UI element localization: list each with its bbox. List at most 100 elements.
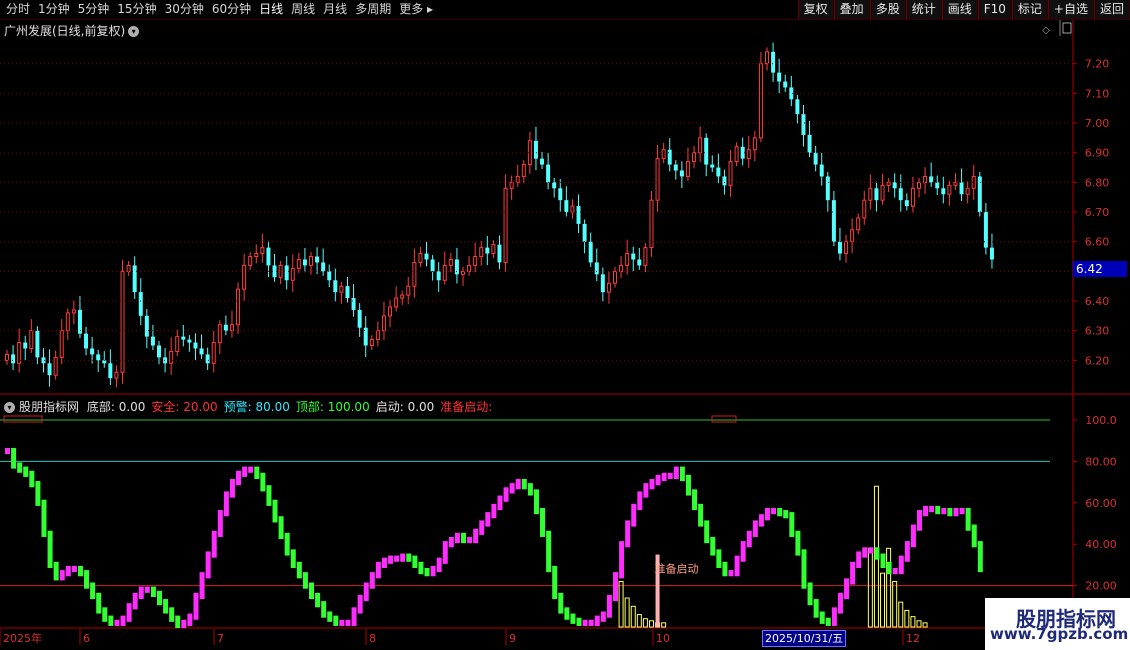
candle-down: [144, 315, 149, 337]
indicator-block: [175, 615, 181, 629]
candle-down: [90, 348, 95, 355]
indicator-block: [47, 530, 53, 569]
candle-up: [692, 152, 697, 163]
date-label: 10: [656, 632, 670, 645]
price-tick-label: 6.70: [1085, 206, 1110, 219]
candle-up: [758, 63, 763, 139]
candle-down: [935, 182, 940, 189]
indicator-block: [321, 601, 327, 618]
indicator-block: [649, 478, 655, 490]
candle-up: [965, 187, 970, 195]
candle-down: [941, 188, 946, 195]
candle-up: [521, 164, 526, 177]
candle-down: [266, 247, 271, 266]
indicator-block: [929, 505, 935, 513]
candle-down: [533, 140, 538, 159]
price-tick-label: 6.30: [1085, 325, 1110, 338]
candle-up: [126, 264, 131, 272]
indicator-block: [777, 507, 783, 517]
candle-down: [801, 114, 806, 135]
indicator-block: [917, 510, 922, 531]
candle-down: [11, 354, 16, 364]
indicator-block: [394, 555, 400, 562]
indicator-block: [284, 532, 290, 556]
indicator-block: [819, 611, 825, 624]
indicator-block: [363, 582, 369, 602]
signal-bar: [898, 601, 904, 628]
candle-up: [844, 241, 849, 255]
panel-icon: [1062, 22, 1072, 34]
candle-up: [369, 339, 374, 347]
candle-up: [649, 199, 654, 249]
candle-down: [454, 259, 459, 275]
indicator-block: [53, 561, 59, 581]
candle-up: [290, 267, 295, 281]
indicator-block: [643, 483, 649, 498]
date-label: 6: [83, 632, 90, 645]
candle-up: [625, 253, 630, 266]
candle-up: [242, 264, 247, 290]
candle-down: [795, 99, 800, 115]
indicator-block: [637, 491, 643, 511]
indicator-block: [260, 472, 266, 492]
indicator-block: [485, 512, 491, 527]
indicator-block: [436, 557, 442, 573]
indicator-block: [509, 483, 515, 494]
candle-up: [655, 158, 660, 201]
indicator-block: [339, 619, 345, 626]
indicator-block: [673, 466, 679, 479]
candle-down: [163, 357, 168, 364]
candle-up: [467, 264, 472, 272]
date-label: 2025年: [3, 631, 42, 645]
candle-down: [959, 182, 964, 195]
price-tick-label: 7.10: [1085, 87, 1110, 100]
date-label: 7: [217, 632, 224, 645]
signal-bar: [661, 622, 667, 628]
indicator-block: [59, 570, 65, 581]
candle-down: [187, 339, 192, 343]
candle-down: [831, 200, 836, 242]
price-tick-label: 7.20: [1085, 58, 1110, 71]
candle-down: [813, 152, 818, 165]
indicator-block: [850, 561, 856, 585]
candle-down: [333, 280, 338, 293]
candle-up: [169, 350, 174, 364]
indicator-block: [904, 541, 910, 562]
candle-down: [96, 354, 101, 361]
candle-up: [746, 149, 751, 160]
candle-up: [515, 175, 520, 183]
indicator-block: [685, 474, 691, 496]
candle-up: [217, 324, 222, 344]
indicator-block: [442, 541, 448, 564]
indicator-block: [217, 510, 223, 537]
indicator-block: [734, 555, 740, 577]
indicator-block: [400, 553, 406, 562]
indicator-block: [77, 565, 83, 577]
candle-up: [406, 285, 411, 296]
candle-up: [296, 258, 301, 269]
indicator-block: [242, 466, 248, 477]
candle-up: [5, 353, 9, 361]
candle-up: [309, 256, 313, 266]
indicator-block: [333, 615, 339, 626]
candle-down: [783, 81, 788, 88]
candle-up: [418, 253, 423, 263]
indicator-block: [418, 561, 424, 575]
indicator-block: [594, 615, 600, 626]
indicator-block: [570, 613, 576, 624]
candle-up: [229, 324, 234, 332]
date-label: 12: [906, 632, 920, 645]
indicator-block: [23, 466, 29, 477]
price-tick-label: 6.60: [1085, 236, 1110, 249]
candle-down: [35, 330, 40, 358]
indicator-block: [977, 541, 983, 573]
candle-up: [448, 258, 453, 266]
indicator-block: [461, 532, 466, 544]
candle-down: [558, 188, 563, 201]
indicator-block: [935, 505, 941, 515]
price-tick-label: 7.00: [1085, 117, 1110, 130]
indicator-block: [898, 555, 904, 575]
indicator-block: [825, 617, 831, 626]
indicator-block: [540, 507, 546, 537]
indicator-block: [132, 592, 138, 610]
